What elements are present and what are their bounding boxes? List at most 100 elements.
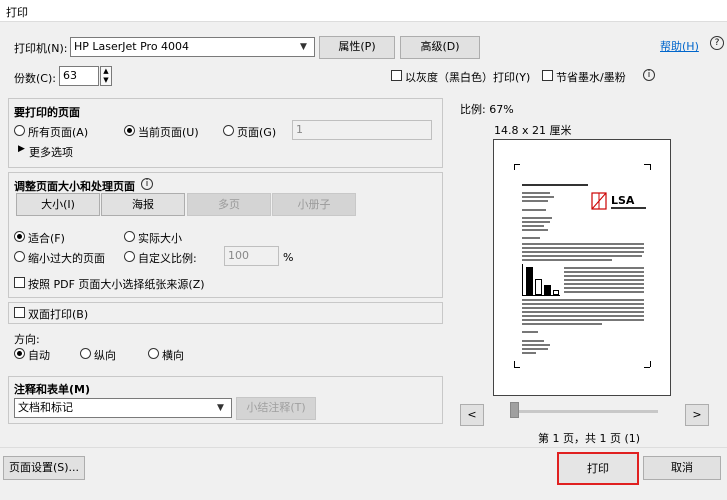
doc-line <box>564 283 644 285</box>
page-range-radio[interactable] <box>223 125 234 136</box>
doc-line <box>522 184 588 186</box>
doc-line <box>522 331 538 333</box>
orientation-title: 方向: <box>14 333 40 346</box>
window-title: 打印 <box>6 6 28 19</box>
orientation-portrait-radio[interactable] <box>80 348 91 359</box>
doc-line <box>522 319 644 321</box>
doc-line <box>564 279 644 281</box>
doc-line <box>522 323 602 325</box>
doc-line <box>522 299 644 301</box>
info-icon[interactable]: i <box>643 69 655 81</box>
actual-size-radio[interactable] <box>124 231 135 242</box>
choose-paper-label: 按照 PDF 页面大小选择纸张来源(Z) <box>28 278 205 291</box>
caret-right-icon[interactable]: ▶ <box>18 144 25 154</box>
shrink-label: 缩小过大的页面 <box>28 252 105 265</box>
lsa-logo-icon <box>591 192 607 210</box>
doc-line <box>522 255 642 257</box>
tab-size[interactable]: 大小(I) <box>16 193 100 216</box>
orientation-auto-radio[interactable] <box>14 348 25 359</box>
shrink-radio[interactable] <box>14 251 25 262</box>
doc-line <box>522 237 540 239</box>
grayscale-checkbox[interactable] <box>391 70 402 81</box>
printer-select[interactable]: HP LaserJet Pro 4004 ▼ <box>70 37 315 57</box>
page-preview: LSA <box>493 139 671 396</box>
printer-select-value: HP LaserJet Pro 4004 <box>74 40 190 53</box>
choose-paper-checkbox[interactable] <box>14 277 25 288</box>
percent-label: % <box>283 251 294 264</box>
page-info-label: 第 1 页，共 1 页 (1) <box>538 432 641 445</box>
more-options-toggle[interactable]: 更多选项 <box>29 144 73 160</box>
comments-select[interactable]: 文档和标记 ▼ <box>14 398 232 418</box>
properties-button[interactable]: 属性(P) <box>319 36 395 59</box>
crop-mark <box>514 367 520 368</box>
tab-booklet[interactable]: 小册子 <box>272 193 356 216</box>
doc-line <box>522 221 550 223</box>
crop-mark <box>650 361 651 367</box>
scale-label: 比例: 67% <box>460 103 514 116</box>
help-link[interactable]: 帮助(H) <box>660 38 699 54</box>
doc-line <box>522 311 644 313</box>
next-page-button[interactable]: > <box>685 404 709 426</box>
doc-line <box>564 271 644 273</box>
pages-title: 要打印的页面 <box>14 106 80 119</box>
doc-line <box>522 196 554 198</box>
fit-label: 适合(F) <box>28 232 65 245</box>
save-ink-label: 节省墨水/墨粉 <box>556 71 626 84</box>
doc-chart-figure <box>522 264 560 296</box>
sizing-title: 调整页面大小和处理页面 <box>14 180 135 193</box>
info-icon[interactable]: i <box>141 178 153 190</box>
prev-page-button[interactable]: < <box>460 404 484 426</box>
custom-scale-radio[interactable] <box>124 251 135 262</box>
doc-line <box>522 209 546 211</box>
orientation-auto-label: 自动 <box>28 349 50 362</box>
crop-mark <box>514 164 515 170</box>
tab-poster[interactable]: 海报 <box>101 193 185 216</box>
doc-line <box>522 251 644 253</box>
orientation-landscape-radio[interactable] <box>148 348 159 359</box>
page-setup-button[interactable]: 页面设置(S)... <box>3 456 85 480</box>
page-slider-handle[interactable] <box>510 402 519 418</box>
doc-line <box>522 352 536 354</box>
copies-stepper[interactable]: ▲ ▼ <box>100 66 112 86</box>
doc-line <box>522 307 644 309</box>
tab-multiple[interactable]: 多页 <box>187 193 271 216</box>
copies-input[interactable]: 63 <box>59 66 99 86</box>
current-page-radio[interactable] <box>124 125 135 136</box>
chevron-down-icon: ▼ <box>217 403 224 413</box>
doc-line <box>564 287 644 289</box>
copies-label: 份数(C): <box>14 72 56 85</box>
doc-line <box>564 267 644 269</box>
save-ink-checkbox[interactable] <box>542 70 553 81</box>
doc-line <box>522 315 644 317</box>
doc-line <box>611 207 646 209</box>
print-button[interactable]: 打印 <box>557 452 639 485</box>
help-icon[interactable]: ? <box>710 36 724 50</box>
cancel-button[interactable]: 取消 <box>643 456 721 480</box>
custom-scale-label: 自定义比例: <box>138 252 197 265</box>
doc-line <box>564 291 644 293</box>
doc-line <box>522 340 544 342</box>
doc-line <box>522 200 548 202</box>
doc-line <box>522 229 548 231</box>
page-range-input[interactable]: 1 <box>292 120 432 140</box>
doc-line <box>522 243 644 245</box>
summarize-comments-button[interactable]: 小结注释(T) <box>236 397 316 420</box>
doc-line <box>522 217 552 219</box>
custom-scale-input[interactable]: 100 <box>224 246 279 266</box>
duplex-checkbox[interactable] <box>14 307 25 318</box>
current-page-label: 当前页面(U) <box>138 126 199 139</box>
all-pages-radio[interactable] <box>14 125 25 136</box>
fit-radio[interactable] <box>14 231 25 242</box>
doc-line <box>522 303 644 305</box>
title-bar: 打印 <box>0 0 727 22</box>
footer-divider <box>0 447 727 448</box>
doc-line <box>522 259 612 261</box>
doc-line <box>522 344 550 346</box>
advanced-button[interactable]: 高级(D) <box>400 36 480 59</box>
doc-line <box>522 247 644 249</box>
page-slider-track[interactable] <box>510 410 658 413</box>
printer-label: 打印机(N): <box>14 42 68 55</box>
page-range-label: 页面(G) <box>237 126 277 139</box>
crop-mark <box>514 361 515 367</box>
lsa-logo-text: LSA <box>611 194 635 207</box>
